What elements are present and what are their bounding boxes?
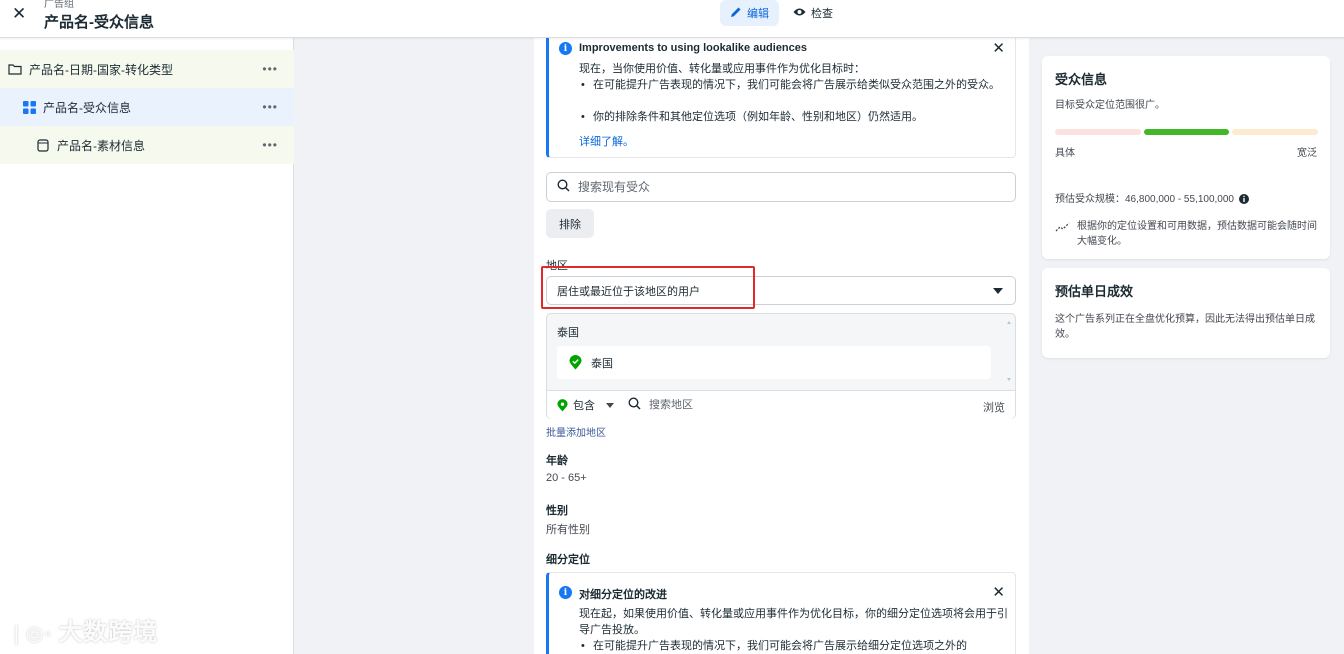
meter-specific-segment — [1055, 129, 1141, 135]
meter-active-segment — [1144, 129, 1229, 135]
watermark-logo-icon: ❘◎◦ — [8, 623, 53, 645]
meter-broad-segment — [1232, 129, 1318, 135]
notice-title: Improvements to using lookalike audience… — [579, 42, 808, 54]
meter-broad-label: 宽泛 — [1297, 148, 1317, 159]
notice-bullet: 在可能提升广告表现的情况下，我们可能会将广告展示给细分定位选项之外的 — [581, 638, 1003, 654]
location-type-value: 居住或最近位于该地区的用户 — [557, 285, 700, 298]
notice-intro: 现在，当你使用价值、转化量或应用事件作为优化目标时： — [579, 63, 865, 75]
notice-bullet: 在可能提升广告表现的情况下，我们可能会将广告展示给类似受众范围之外的受众。 — [581, 77, 1003, 93]
audience-search-field[interactable] — [546, 172, 1016, 202]
folder-icon — [8, 62, 22, 76]
breadcrumb: 广告组 — [44, 0, 74, 10]
more-icon[interactable]: ••• — [262, 138, 278, 152]
close-icon[interactable]: ✕ — [992, 585, 1005, 600]
watermark-text: 大数跨境 — [58, 619, 159, 646]
watermark: ❘◎◦ 大数跨境 — [8, 612, 158, 647]
audience-search-input[interactable] — [578, 180, 978, 194]
location-chip-label: 泰国 — [591, 357, 613, 370]
info-icon[interactable] — [1238, 194, 1249, 205]
mode-tabs: 编辑 检查 — [720, 0, 843, 26]
info-icon: i — [559, 586, 572, 599]
audience-form: i Improvements to using lookalike audien… — [534, 28, 1029, 654]
meter-specific-label: 具体 — [1055, 148, 1075, 159]
bulk-add-locations-link[interactable]: 批量添加地区 — [546, 424, 606, 439]
info-icon: i — [559, 42, 572, 55]
location-pin-icon — [569, 355, 582, 370]
card-title: 预估单日成效 — [1055, 284, 1134, 299]
gender-value: 所有性别 — [546, 524, 590, 536]
caret-down-icon — [606, 402, 614, 408]
trend-icon — [1055, 221, 1071, 236]
search-icon — [628, 397, 641, 413]
tree-item-label: 产品名-素材信息 — [57, 138, 145, 153]
search-icon — [557, 179, 570, 195]
card-title: 受众信息 — [1055, 72, 1108, 87]
campaign-tree: 产品名-日期-国家-转化类型 ••• 产品名-受众信息 ••• 产品名-素材信息… — [0, 38, 294, 654]
audience-size-text: 预估受众规模：46,800,000 - 55,100,000 — [1055, 194, 1234, 205]
more-icon[interactable]: ••• — [262, 100, 278, 114]
audience-size: 预估受众规模：46,800,000 - 55,100,000 — [1055, 192, 1249, 207]
lookalike-notice: i Improvements to using lookalike audien… — [546, 28, 1016, 158]
pencil-icon — [730, 6, 742, 21]
location-search-input[interactable] — [649, 399, 949, 411]
tree-item-adset[interactable]: 产品名-受众信息 ••• — [0, 88, 294, 126]
tab-review[interactable]: 检查 — [783, 0, 843, 26]
age-value: 20 - 65+ — [546, 472, 587, 484]
more-icon[interactable]: ••• — [262, 62, 278, 76]
location-label: 地区 — [546, 260, 568, 272]
page-title: 产品名-受众信息 — [44, 14, 154, 31]
learn-more-link[interactable]: 详细了解。 — [579, 133, 634, 149]
close-icon[interactable]: ✕ — [12, 5, 26, 22]
estimated-daily-results-card: 预估单日成效 这个广告系列正在全盘优化预算，因此无法得出预估单日成效。 — [1042, 268, 1330, 358]
location-group-label: 泰国 — [557, 327, 579, 339]
close-icon[interactable]: ✕ — [992, 41, 1005, 56]
detailed-targeting-label: 细分定位 — [546, 554, 590, 566]
notice-bullet: 你的排除条件和其他定位选项（例如年龄、性别和地区）仍然适用。 — [581, 109, 1003, 125]
exclude-button[interactable]: 排除 — [546, 209, 594, 238]
scrollbar[interactable] — [1005, 318, 1013, 384]
audience-breadth-text: 目标受众定位范围很广。 — [1055, 100, 1165, 111]
tab-review-label: 检查 — [811, 8, 833, 20]
location-chip[interactable]: 泰国 — [557, 346, 991, 379]
browse-link[interactable]: 浏览 — [983, 399, 1005, 415]
tree-item-label: 产品名-受众信息 — [43, 100, 131, 115]
location-panel: 泰国 泰国 包含 浏览 — [546, 313, 1016, 419]
eye-icon — [793, 7, 806, 20]
tree-item-campaign[interactable]: 产品名-日期-国家-转化类型 ••• — [0, 50, 294, 88]
top-bar: ✕ 广告组 产品名-受众信息 编辑 检查 — [0, 0, 1344, 38]
grid-icon — [22, 100, 36, 114]
gender-label: 性别 — [546, 505, 568, 517]
results-text: 这个广告系列正在全盘优化预算，因此无法得出预估单日成效。 — [1055, 314, 1315, 340]
location-type-select[interactable]: 居住或最近位于该地区的用户 — [546, 276, 1016, 305]
include-dropdown[interactable]: 包含 — [557, 397, 614, 413]
ad-page-icon — [36, 138, 50, 152]
notice-intro: 现在起，如果使用价值、转化量或应用事件作为优化目标，你的细分定位选项将会用于引导… — [579, 608, 1008, 636]
tree-item-ad[interactable]: 产品名-素材信息 ••• — [0, 126, 294, 164]
notice-title: 对细分定位的改进 — [579, 589, 667, 601]
location-search-row: 包含 浏览 — [547, 390, 1015, 419]
audience-definition-card: 受众信息 目标受众定位范围很广。 具体 宽泛 预估受众规模：46,800,000… — [1042, 56, 1330, 259]
age-label: 年龄 — [546, 455, 568, 467]
tab-edit-label: 编辑 — [747, 8, 769, 20]
tab-edit[interactable]: 编辑 — [720, 0, 779, 26]
caret-down-icon — [993, 288, 1003, 294]
tree-item-label: 产品名-日期-国家-转化类型 — [29, 62, 173, 77]
location-search-field[interactable] — [628, 397, 949, 413]
detailed-targeting-notice: i 对细分定位的改进 ✕ 现在起，如果使用价值、转化量或应用事件作为优化目标，你… — [546, 572, 1016, 654]
estimate-note: 根据你的定位设置和可用数据，预估数据可能会随时间大幅变化。 — [1077, 221, 1317, 247]
include-label: 包含 — [573, 400, 595, 412]
location-pin-icon — [557, 398, 568, 412]
